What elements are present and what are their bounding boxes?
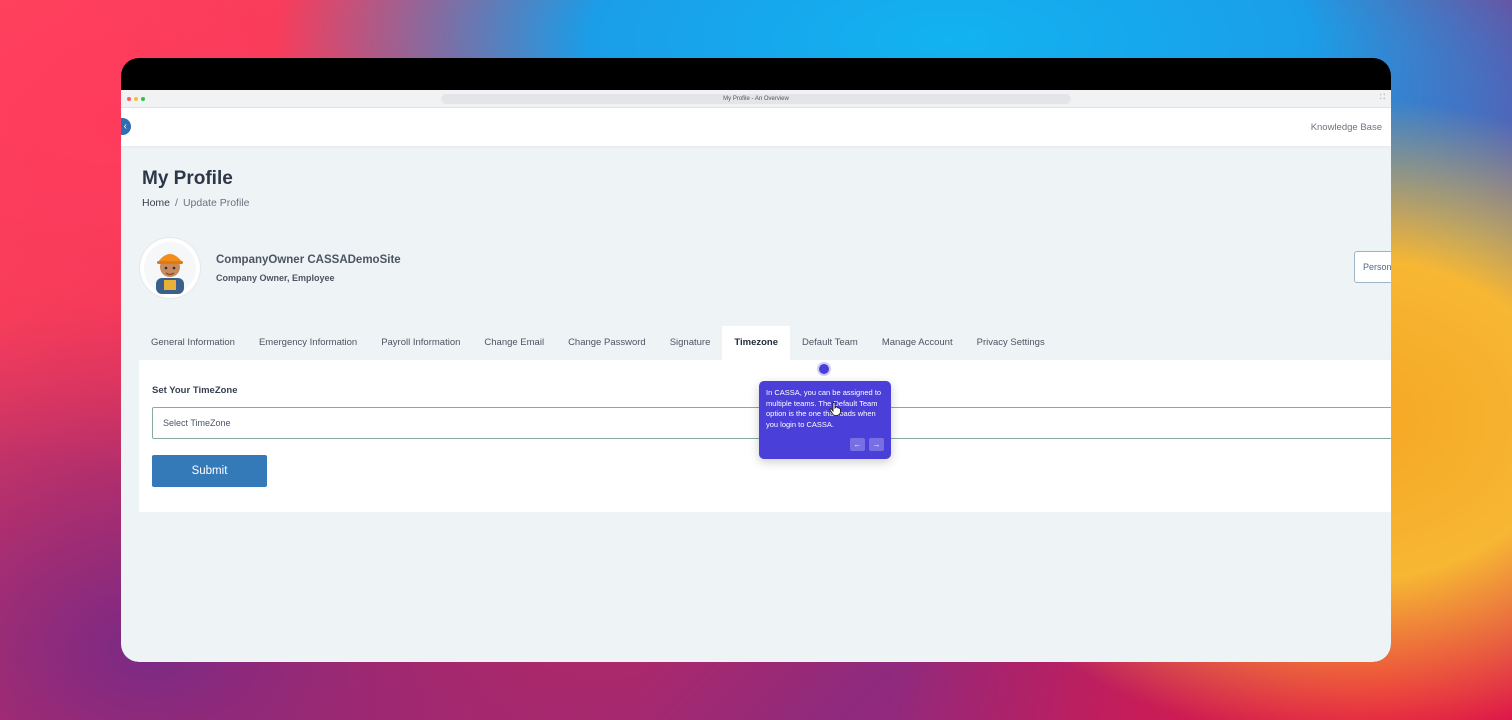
breadcrumb-separator: / [175, 197, 178, 209]
tab-signature[interactable]: Signature [658, 326, 723, 360]
top-navigation: ‹ Knowledge Base [121, 108, 1391, 146]
tab-general-information[interactable]: General Information [139, 326, 247, 360]
address-bar[interactable]: My Profile - An Overview [441, 94, 1071, 104]
tab-timezone[interactable]: Timezone [722, 326, 791, 360]
recording-frame: My Profile - An Overview ⛶ ‹ Knowledge B… [121, 58, 1391, 662]
breadcrumb-current: Update Profile [182, 197, 250, 209]
browser-window: My Profile - An Overview ⛶ ‹ Knowledge B… [121, 90, 1391, 662]
tour-beacon[interactable] [819, 364, 829, 374]
tab-privacy-settings[interactable]: Privacy Settings [965, 326, 1057, 360]
avatar [140, 238, 200, 298]
personal-button[interactable]: Personal [1354, 251, 1391, 283]
hand-cursor-icon [829, 402, 841, 416]
close-window-dot[interactable] [127, 97, 131, 101]
knowledge-base-link[interactable]: Knowledge Base [1311, 122, 1382, 133]
tab-emergency-information[interactable]: Emergency Information [247, 326, 369, 360]
browser-titlebar: My Profile - An Overview ⛶ [121, 90, 1391, 108]
tab-default-team[interactable]: Default Team [790, 326, 870, 360]
tab-payroll-information[interactable]: Payroll Information [369, 326, 472, 360]
fullscreen-icon[interactable]: ⛶ [1380, 94, 1385, 102]
tour-tooltip: In CASSA, you can be assigned to multipl… [759, 381, 891, 459]
window-controls[interactable] [127, 97, 145, 101]
arrow-right-icon[interactable]: → [869, 438, 884, 451]
user-roles: Company Owner, Employee [216, 273, 335, 283]
maximize-window-dot[interactable] [141, 97, 145, 101]
page-title: My Profile [142, 168, 233, 189]
tab-manage-account[interactable]: Manage Account [870, 326, 965, 360]
tour-tooltip-text: In CASSA, you can be assigned to multipl… [766, 388, 882, 429]
arrow-left-icon[interactable]: ← [850, 438, 865, 451]
breadcrumb: Home / Update Profile [142, 197, 249, 209]
timezone-label: Set Your TimeZone [152, 385, 238, 396]
tab-change-password[interactable]: Change Password [556, 326, 658, 360]
submit-button[interactable]: Submit [152, 455, 267, 487]
user-name: CompanyOwner CASSADemoSite [216, 254, 401, 266]
tour-nav: ← → [850, 438, 884, 451]
profile-tabs: General Information Emergency Informatio… [139, 326, 1057, 360]
breadcrumb-home[interactable]: Home [142, 197, 170, 209]
tab-change-email[interactable]: Change Email [472, 326, 556, 360]
chevron-left-icon[interactable]: ‹ [121, 118, 131, 135]
worker-avatar-icon [144, 242, 196, 294]
minimize-window-dot[interactable] [134, 97, 138, 101]
